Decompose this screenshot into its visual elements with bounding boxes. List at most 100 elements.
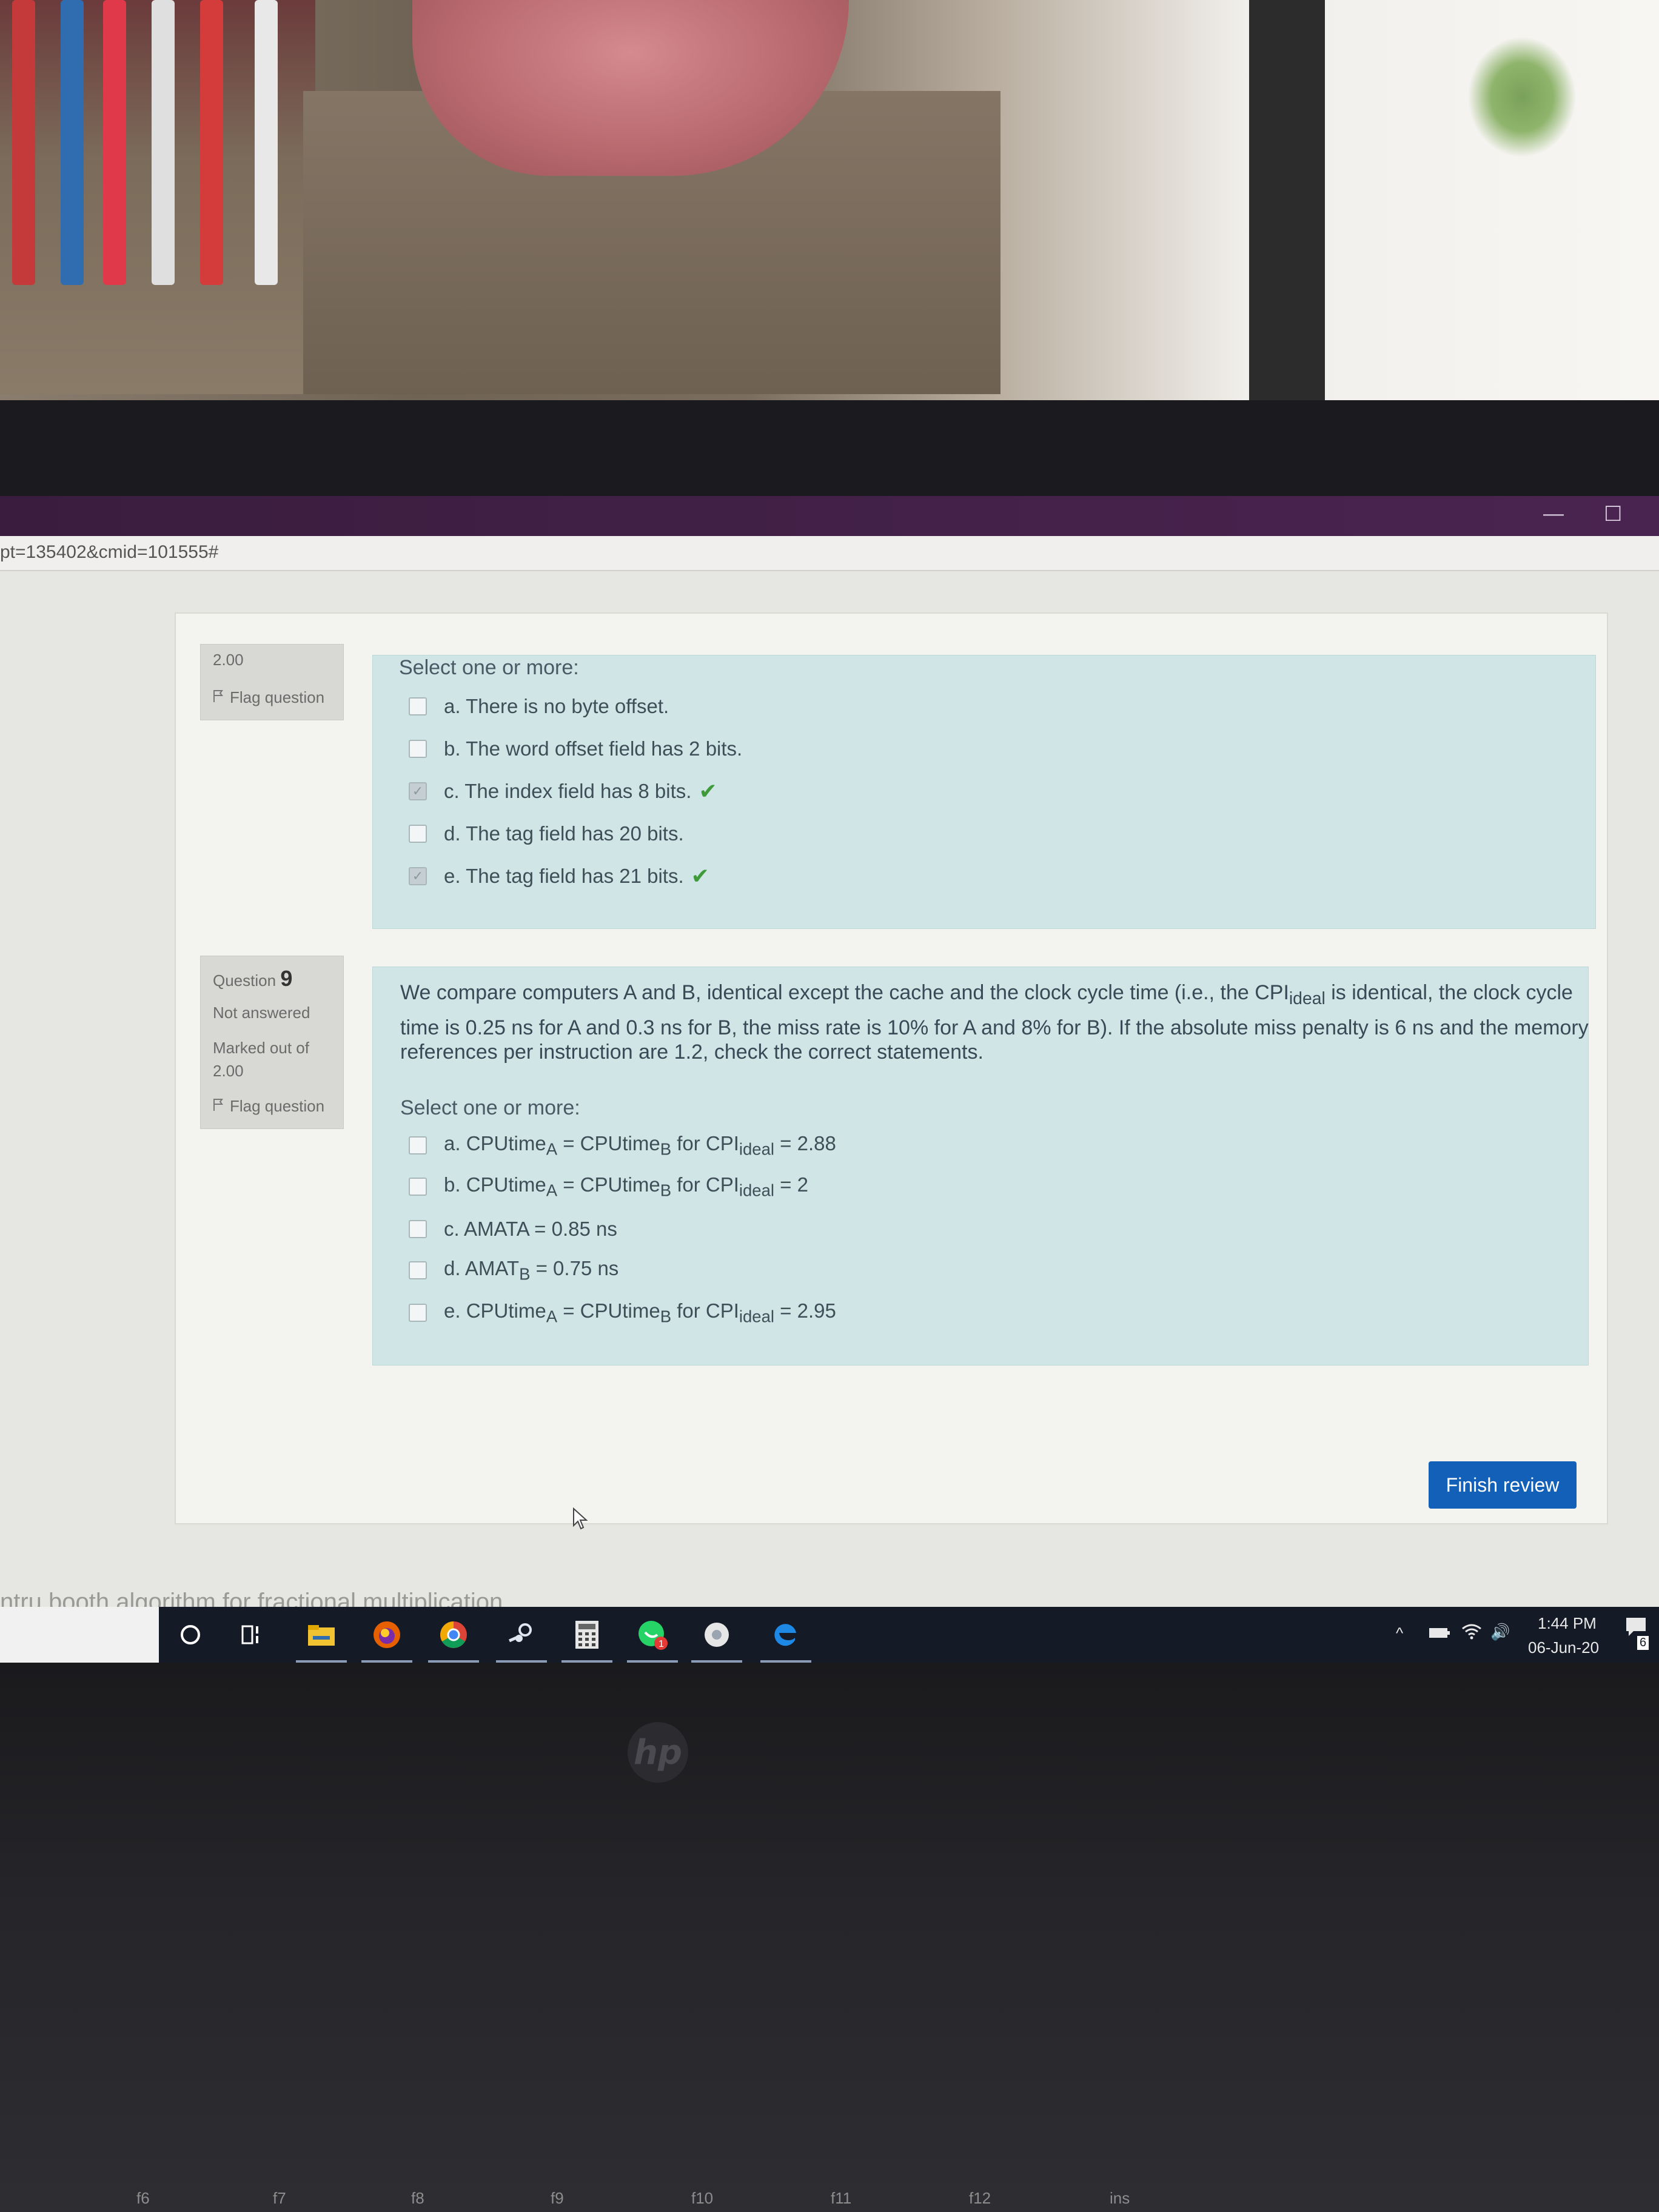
marked-out-of-label: Marked out of [213, 1039, 309, 1057]
checkbox[interactable] [409, 825, 427, 843]
checkbox[interactable] [409, 1178, 427, 1196]
pencil [12, 0, 35, 285]
answer-option-e[interactable]: ✓ e. The tag field has 21 bits. ✔ [409, 861, 709, 891]
checkbox[interactable] [409, 1261, 427, 1279]
checkbox[interactable] [409, 1136, 427, 1155]
option-text: e. CPUtime [444, 1299, 546, 1322]
marker [61, 0, 84, 285]
pencil [200, 0, 223, 285]
app-icon[interactable] [691, 1617, 742, 1663]
hp-logo: hp [628, 1722, 688, 1783]
option-label: e. CPUtimeA = CPUtimeB for CPIideal = 2.… [444, 1299, 836, 1327]
url-text[interactable]: pt=135402&cmid=101555# [0, 542, 218, 563]
option-label: d. The tag field has 20 bits. [444, 822, 684, 845]
question-text-line: We compare computers A and B, identical … [400, 979, 1573, 1013]
option-label: d. AMATB = 0.75 ns [444, 1257, 618, 1284]
checkbox[interactable] [409, 740, 427, 758]
correct-check-icon: ✔ [691, 863, 709, 888]
flag-icon [213, 688, 225, 707]
laptop-bezel-top [0, 400, 1659, 497]
keyboard-key: f9 [551, 2189, 564, 2207]
task-view-icon[interactable] [235, 1617, 272, 1653]
option-label: b. CPUtimeA = CPUtimeB for CPIideal = 2 [444, 1173, 808, 1201]
notification-count: 6 [1637, 1636, 1649, 1650]
file-explorer-icon[interactable] [296, 1617, 347, 1663]
option-label: c. The index field has 8 bits. [444, 780, 692, 802]
option-text: d. AMAT [444, 1256, 520, 1279]
answer-option-c[interactable]: ✓ c. The index field has 8 bits. ✔ [409, 776, 717, 806]
answer-option-c[interactable]: c. AMATA = 0.85 ns [409, 1214, 617, 1244]
volume-icon[interactable]: 🔊 [1490, 1623, 1510, 1641]
question-number: Question 9 [213, 966, 292, 991]
firefox-icon[interactable] [361, 1617, 412, 1663]
option-label: a. There is no byte offset. [444, 695, 669, 717]
battery-icon[interactable] [1429, 1625, 1450, 1644]
subscript: B [660, 1181, 672, 1200]
address-bar[interactable]: pt=135402&cmid=101555# [0, 536, 1659, 571]
option-text: for CPI [671, 1173, 739, 1196]
option-text: b. CPUtime [444, 1173, 546, 1196]
taskbar-search-box[interactable] [0, 1607, 159, 1663]
select-prompt: Select one or more: [400, 1096, 580, 1119]
checkbox[interactable] [409, 697, 427, 716]
subscript: B [660, 1139, 672, 1159]
whatsapp-icon[interactable]: 1 [627, 1617, 678, 1663]
checkbox[interactable]: ✓ [409, 867, 427, 885]
answer-option-d[interactable]: d. AMATB = 0.75 ns [409, 1255, 618, 1285]
answer-option-e[interactable]: e. CPUtimeA = CPUtimeB for CPIideal = 2.… [409, 1298, 836, 1328]
option-label: a. CPUtimeA = CPUtimeB for CPIideal = 2.… [444, 1132, 836, 1159]
plant [1467, 36, 1577, 158]
subscript: B [519, 1264, 531, 1284]
laptop-keyboard-area [0, 1663, 1659, 2212]
subscript: ideal [739, 1181, 774, 1200]
keyboard-key: f8 [411, 2189, 424, 2207]
flag-question-link[interactable]: Flag question [213, 688, 324, 707]
wifi-icon[interactable] [1461, 1623, 1482, 1644]
finish-review-button[interactable]: Finish review [1429, 1461, 1577, 1509]
marked-value: 2.00 [213, 651, 244, 669]
question-text-part: is identical, the clock cycle [1325, 981, 1573, 1004]
keyboard-key: f7 [273, 2189, 286, 2207]
answer-option-b[interactable]: b. The word offset field has 2 bits. [409, 734, 742, 764]
marker [255, 0, 278, 285]
subscript: B [660, 1307, 672, 1326]
option-text: = CPUtime [557, 1173, 660, 1196]
flag-question-label: Flag question [230, 688, 325, 706]
answer-option-a[interactable]: a. There is no byte offset. [409, 691, 669, 722]
question-state: Not answered [213, 1004, 310, 1022]
notification-badge-text: 1 [659, 1639, 664, 1649]
maximize-button[interactable]: ☐ [1604, 502, 1622, 526]
calculator-icon[interactable] [561, 1617, 612, 1663]
question-label: Question [213, 971, 276, 990]
window-frame [1249, 0, 1325, 400]
clock-date[interactable]: 06-Jun-20 [1528, 1638, 1599, 1657]
checkbox[interactable]: ✓ [409, 782, 427, 800]
option-label: b. The word offset field has 2 bits. [444, 737, 743, 760]
windows-taskbar: 1 ^ 🔊 1:44 PM 06-Jun-20 6 [0, 1607, 1659, 1663]
question-text-part: We compare computers A and B, identical … [400, 981, 1289, 1004]
option-text: a. CPUtime [444, 1131, 546, 1155]
edge-icon[interactable] [760, 1617, 811, 1663]
browser-titlebar: — ☐ [0, 496, 1659, 536]
answer-option-d[interactable]: d. The tag field has 20 bits. [409, 819, 684, 849]
keyboard-key: f6 [136, 2189, 150, 2207]
cortana-icon[interactable] [172, 1617, 209, 1653]
answer-option-a[interactable]: a. CPUtimeA = CPUtimeB for CPIideal = 2.… [409, 1130, 836, 1161]
subscript: ideal [1289, 988, 1326, 1008]
checkbox[interactable] [409, 1220, 427, 1238]
steam-icon[interactable] [496, 1617, 547, 1663]
minimize-button[interactable]: — [1543, 502, 1564, 526]
question-info-box: Question 9 Not answered Marked out of 2.… [200, 956, 344, 1129]
checkbox[interactable] [409, 1304, 427, 1322]
mouse-cursor-icon [572, 1507, 588, 1533]
tray-chevron-icon[interactable]: ^ [1396, 1624, 1403, 1643]
question-info-box: 2.00 Flag question [200, 644, 344, 720]
flag-question-link[interactable]: Flag question [213, 1097, 324, 1116]
answer-option-b[interactable]: b. CPUtimeA = CPUtimeB for CPIideal = 2 [409, 1171, 808, 1202]
option-text: for CPI [671, 1299, 739, 1322]
question-text-line: references per instruction are 1.2, chec… [400, 1041, 984, 1064]
subscript: A [546, 1139, 558, 1159]
chrome-icon[interactable] [428, 1617, 479, 1663]
pencil [152, 0, 175, 285]
clock-time[interactable]: 1:44 PM [1538, 1614, 1597, 1633]
